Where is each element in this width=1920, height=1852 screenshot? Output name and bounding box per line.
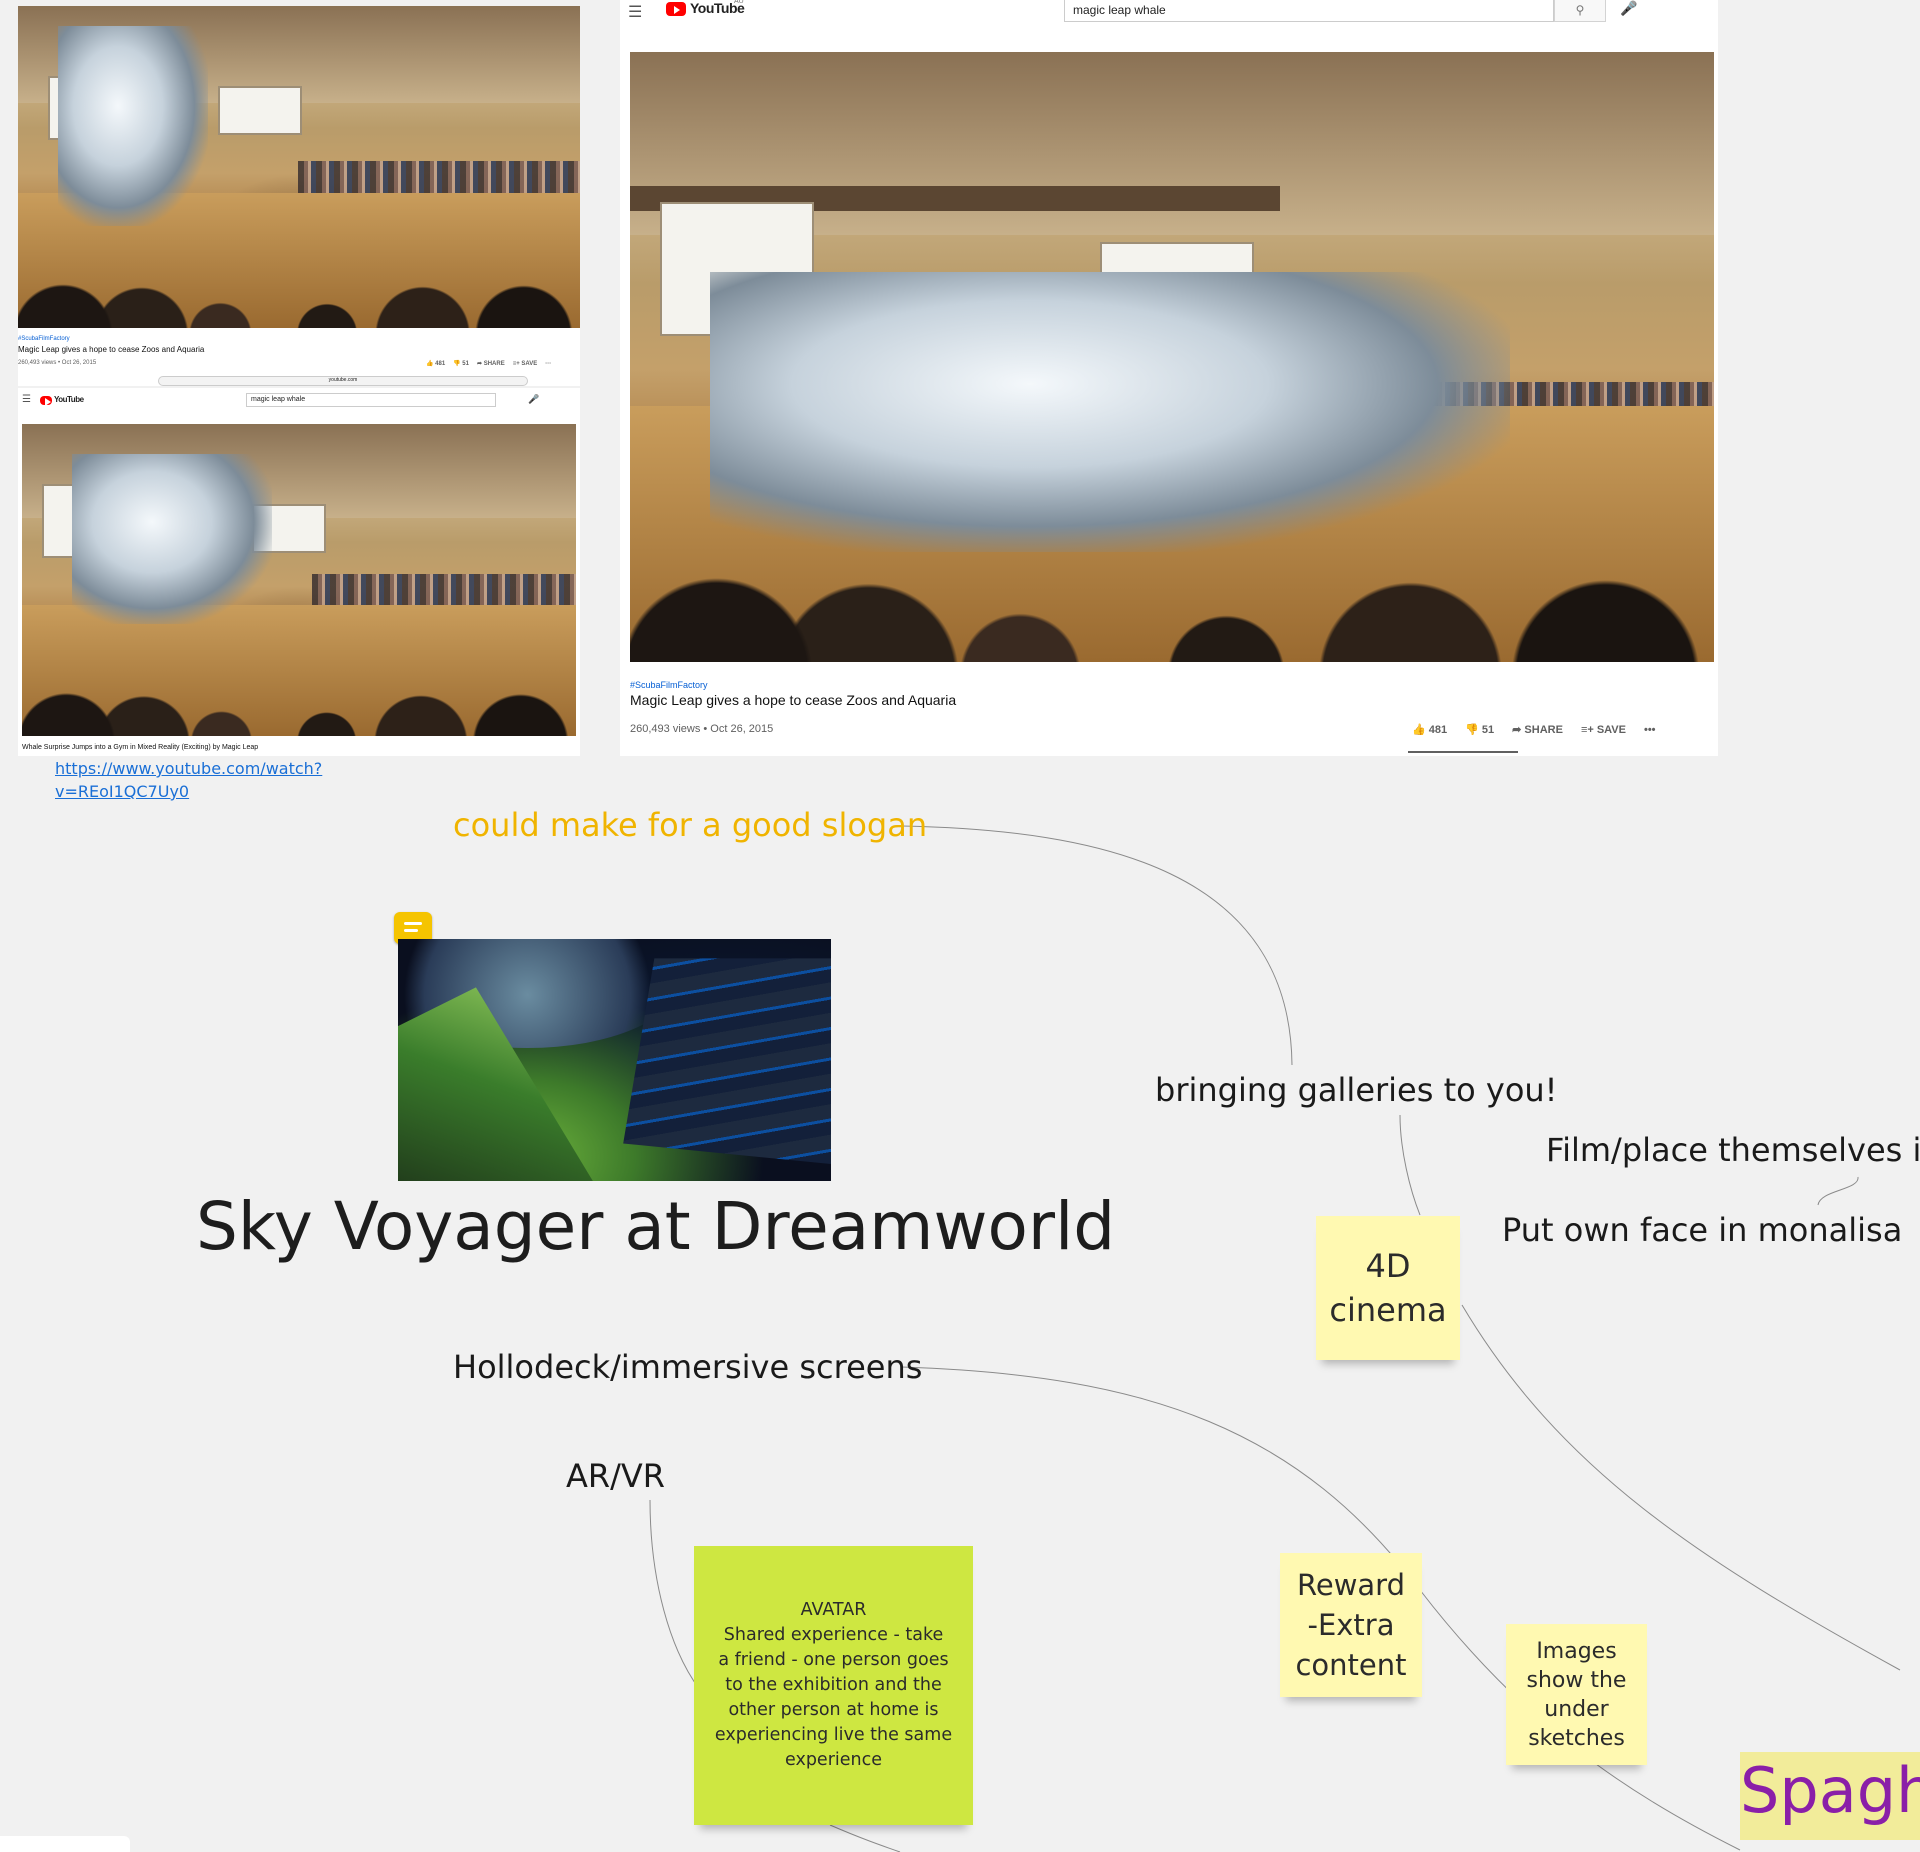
- sticky-line: Images: [1536, 1638, 1617, 1664]
- more-button[interactable]: •••: [1644, 724, 1656, 736]
- sticky-line: show the: [1526, 1667, 1627, 1693]
- more-button[interactable]: ···: [545, 361, 551, 367]
- connector-arvr-avatar: [649, 1499, 701, 1691]
- connector-galleries-cinema: [1399, 1114, 1421, 1216]
- film-place-note[interactable]: Film/place themselves in: [1546, 1131, 1920, 1169]
- like-count: 481: [435, 361, 446, 367]
- galleries-note[interactable]: bringing galleries to you!: [1155, 1071, 1558, 1109]
- connector-slogan-galleries: [901, 825, 1293, 1066]
- sticky-images-sketches[interactable]: Images show the under sketches: [1506, 1624, 1647, 1765]
- like-button[interactable]: 👍 481: [1412, 723, 1447, 736]
- video-frame-left: [22, 424, 576, 736]
- like-count: 481: [1428, 724, 1448, 736]
- search-input-small[interactable]: magic leap whale: [246, 393, 496, 407]
- browser-url-bar[interactable]: youtube.com: [158, 376, 528, 386]
- save-label: SAVE: [521, 360, 538, 367]
- like-ratio-bar: [1408, 751, 1518, 753]
- mic-icon[interactable]: 🎤: [528, 394, 539, 405]
- video-actions: 👍 481 👎 51 ➦ SHARE ≡+ SAVE ···: [426, 360, 551, 368]
- channel-tag[interactable]: #ScubaFilmFactory: [630, 680, 708, 690]
- share-label: SHARE: [483, 361, 505, 367]
- bottom-toolbar[interactable]: [0, 1836, 130, 1852]
- video-views: 260,493 views • Oct 26, 2015: [18, 360, 97, 366]
- menu-icon[interactable]: ☰: [22, 394, 31, 405]
- sticky-line: a friend - one person goes: [718, 1650, 949, 1670]
- sticky-avatar[interactable]: AVATAR Shared experience - take a friend…: [694, 1546, 973, 1825]
- dislike-button[interactable]: 👎 51: [1465, 723, 1494, 736]
- video-title: Magic Leap gives a hope to cease Zoos an…: [18, 345, 205, 354]
- like-button[interactable]: 👍 481: [426, 360, 445, 367]
- video-views: 260,493 views • Oct 26, 2015: [630, 723, 774, 735]
- sky-voyager-heading[interactable]: Sky Voyager at Dreamworld: [196, 1188, 1115, 1265]
- sticky-line: other person at home is: [728, 1700, 939, 1720]
- sticky-line: under: [1544, 1696, 1609, 1722]
- share-button[interactable]: ➦ SHARE: [1512, 723, 1563, 736]
- sticky-line: to the exhibition and the: [725, 1675, 942, 1695]
- menu-icon[interactable]: ☰: [628, 2, 642, 22]
- connector-avatar-bottom: [829, 1824, 901, 1852]
- connector-film-monalisa: [1817, 1176, 1859, 1206]
- video-actions: 👍 481 👎 51 ➦ SHARE ≡+ SAVE •••: [1412, 723, 1656, 737]
- whale-image: [710, 272, 1510, 552]
- video-caption: Whale Surprise Jumps into a Gym in Mixed…: [22, 744, 259, 751]
- connector-cinema-right: [1461, 1304, 1901, 1671]
- sticky-4d-cinema[interactable]: 4D cinema: [1316, 1216, 1460, 1360]
- save-label: SAVE: [1596, 723, 1626, 736]
- dislike-count: 51: [462, 361, 469, 367]
- region-label: AU: [734, 0, 744, 5]
- sticky-reward[interactable]: Reward -Extra content: [1280, 1553, 1422, 1697]
- screenshot-top-left[interactable]: #ScubaFilmFactory Magic Leap gives a hop…: [18, 6, 580, 386]
- sticky-line: experience: [785, 1750, 882, 1770]
- save-button[interactable]: ≡+ SAVE: [513, 361, 538, 367]
- video-frame-top-left: [18, 6, 580, 328]
- sticky-line: Reward: [1297, 1568, 1405, 1602]
- sticky-line: cinema: [1329, 1291, 1447, 1329]
- partial-sticky-text: Spagh: [1740, 1754, 1920, 1827]
- link-line-2: v=REoI1QC7Uy0: [55, 782, 190, 801]
- sticky-line: Shared experience - take: [723, 1625, 944, 1645]
- slogan-note[interactable]: could make for a good slogan: [453, 806, 927, 844]
- link-line-1: https://www.youtube.com/watch?: [55, 759, 323, 778]
- sticky-line: 4D: [1365, 1247, 1411, 1285]
- mic-icon[interactable]: 🎤: [1620, 0, 1637, 17]
- youtube-header: ☰ YouTube AU magic leap whale ⚲ 🎤: [620, 0, 1718, 30]
- dislike-count: 51: [1481, 724, 1495, 736]
- youtube-wordmark: YouTube: [54, 395, 84, 404]
- arvr-note[interactable]: AR/VR: [566, 1457, 665, 1495]
- sticky-line: experiencing live the same: [714, 1725, 953, 1745]
- sky-voyager-image[interactable]: [398, 939, 831, 1181]
- screenshot-main[interactable]: ☰ YouTube AU magic leap whale ⚲ 🎤 #Scuba…: [620, 0, 1718, 756]
- dislike-button[interactable]: 👎 51: [453, 360, 469, 367]
- sticky-line: AVATAR: [800, 1600, 867, 1620]
- video-title: Magic Leap gives a hope to cease Zoos an…: [630, 692, 957, 708]
- channel-tag[interactable]: #ScubaFilmFactory: [18, 336, 70, 342]
- monalisa-note[interactable]: Put own face in monalisa: [1502, 1211, 1902, 1249]
- share-label: SHARE: [1524, 724, 1563, 736]
- whale-image: [72, 454, 272, 624]
- screenshot-left[interactable]: ☰ YouTube magic leap whale 🎤 Whale Surpr…: [18, 388, 580, 756]
- youtube-logo-icon[interactable]: [40, 396, 52, 407]
- partial-sticky[interactable]: Spagh: [1740, 1752, 1920, 1840]
- search-input[interactable]: magic leap whale: [1064, 0, 1554, 22]
- sticky-line: content: [1295, 1648, 1407, 1682]
- video-frame-main[interactable]: [630, 52, 1714, 662]
- youtube-header-small: ☰ YouTube magic leap whale 🎤: [18, 388, 580, 414]
- youtube-link[interactable]: https://www.youtube.com/watch? v=REoI1QC…: [55, 757, 322, 803]
- share-button[interactable]: ➦ SHARE: [477, 360, 505, 367]
- whale-image: [58, 26, 208, 226]
- sticky-line: sketches: [1528, 1725, 1625, 1751]
- save-button[interactable]: ≡+ SAVE: [1581, 724, 1626, 736]
- sticky-line: -Extra: [1307, 1608, 1395, 1642]
- holodeck-note[interactable]: Hollodeck/immersive screens: [453, 1348, 922, 1386]
- search-button[interactable]: ⚲: [1554, 0, 1606, 22]
- youtube-logo-icon[interactable]: [666, 2, 686, 16]
